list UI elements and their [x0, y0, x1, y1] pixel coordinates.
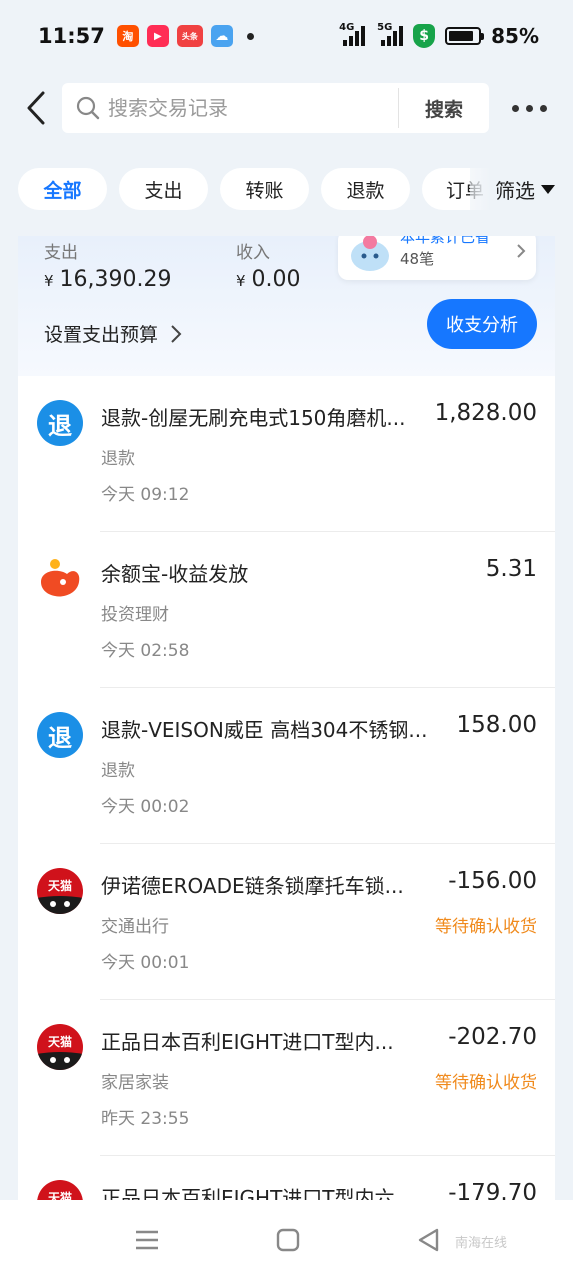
transactions-card: 支出 ¥16,390.29 收入 ¥0.00 本年累计已省 48笔 设置支出预算 [18, 236, 555, 1200]
more-options-icon[interactable] [512, 96, 547, 120]
yuebao-icon [37, 556, 83, 602]
tmall-icon: 天猫 [37, 1180, 83, 1200]
toutiao-app-icon: 头条 [176, 25, 203, 47]
transaction-amount: 5.31 [485, 556, 537, 582]
transaction-row[interactable]: 退 退款-VEISON威臣 高档304不锈钢... 158.00 退款 今天 0… [18, 688, 555, 844]
savings-line-1: 本年累计已省 [400, 236, 491, 246]
currency-symbol: ¥ [236, 272, 246, 290]
savings-text: 本年累计已省 48笔 [400, 236, 490, 270]
chevron-right-icon [517, 244, 526, 258]
search-button[interactable]: 搜索 [399, 95, 489, 122]
transaction-title: 伊诺德EROADE链条锁摩托车锁... [101, 874, 404, 898]
refund-icon: 退 [37, 400, 83, 446]
transaction-time: 昨天 23:55 [101, 1109, 190, 1129]
status-bar: 11:57 淘 ▶ 头条 ☁ 4G 5G $ 85% [0, 0, 573, 72]
transaction-time: 今天 00:02 [101, 797, 190, 817]
video-app-icon: ▶ [146, 25, 169, 47]
tab-all[interactable]: 全部 [18, 168, 107, 210]
battery-icon [445, 27, 485, 45]
expense-label: 支出 [44, 243, 78, 263]
mascot-icon [351, 236, 389, 271]
menu-button[interactable] [127, 1224, 167, 1256]
signal-4g-icon: 4G [339, 22, 366, 46]
transaction-category: 退款 [101, 449, 135, 469]
savings-line-2: 48笔 [400, 250, 435, 268]
filter-tabs: 全部 支出 转账 退款 订单 筛选 [18, 168, 573, 212]
transaction-amount: -179.70 [448, 1180, 537, 1200]
transaction-time: 今天 00:01 [101, 953, 190, 973]
signal-5g-label: 5G [377, 22, 393, 33]
transaction-row[interactable]: 天猫 正品日本百利EIGHT进口T型内... -202.70 家居家装 等待确认… [18, 1000, 555, 1156]
menu-icon [136, 1230, 158, 1250]
income-value: ¥0.00 [236, 267, 301, 292]
taobao-app-icon: 淘 [116, 25, 139, 47]
weather-app-icon: ☁ [210, 25, 233, 47]
currency-symbol: ¥ [44, 272, 54, 290]
analysis-button[interactable]: 收支分析 [427, 299, 537, 349]
budget-label: 设置支出预算 [44, 324, 159, 346]
transaction-title: 正品日本百利EIGHT进口T型内... [101, 1030, 394, 1054]
transaction-title: 退款-创屋无刷充电式150角磨机... [101, 406, 406, 430]
filter-label: 筛选 [495, 178, 535, 203]
transaction-category: 家居家装 [101, 1073, 169, 1093]
transaction-status: 等待确认收货 [435, 917, 537, 937]
transaction-amount: 1,828.00 [434, 400, 537, 426]
status-time: 11:57 [38, 24, 105, 48]
transaction-row[interactable]: 余额宝-收益发放 5.31 投资理财 今天 02:58 [18, 532, 555, 688]
back-arrow-icon [27, 91, 45, 125]
transaction-amount: -156.00 [448, 868, 537, 894]
back-button[interactable] [18, 86, 54, 130]
transaction-row[interactable]: 天猫 伊诺德EROADE链条锁摩托车锁... -156.00 交通出行 等待确认… [18, 844, 555, 1000]
caret-down-icon [541, 184, 555, 194]
tmall-icon: 天猫 [37, 868, 83, 914]
header: 搜索 [0, 82, 573, 134]
income-amount: 0.00 [251, 267, 301, 292]
transaction-row[interactable]: 天猫 正品日本百利EIGHT进口T型内六... -179.70 [18, 1156, 555, 1200]
signal-4g-label: 4G [339, 22, 355, 33]
chevron-right-icon [171, 324, 182, 343]
transaction-category: 退款 [101, 761, 135, 781]
tmall-icon-label: 天猫 [47, 1191, 72, 1200]
transaction-title: 余额宝-收益发放 [101, 562, 249, 586]
watermark: 南海在线 [455, 1236, 508, 1251]
transaction-category: 投资理财 [101, 605, 169, 625]
refund-icon: 退 [37, 712, 83, 758]
home-button[interactable] [268, 1224, 308, 1256]
filter-button[interactable]: 筛选 [470, 168, 573, 210]
transaction-category: 交通出行 [101, 917, 169, 937]
expense-amount: 16,390.29 [59, 267, 172, 292]
savings-bubble[interactable]: 本年累计已省 48笔 [338, 236, 536, 280]
back-triangle-icon [418, 1228, 439, 1252]
transaction-title: 正品日本百利EIGHT进口T型内六... [101, 1186, 414, 1200]
transaction-amount: 158.00 [456, 712, 537, 738]
income-label: 收入 [236, 243, 270, 263]
tab-refund[interactable]: 退款 [321, 168, 410, 210]
home-square-icon [276, 1228, 300, 1252]
search-box[interactable]: 搜索 [62, 83, 489, 133]
tab-transfer[interactable]: 转账 [220, 168, 309, 210]
transaction-row[interactable]: 退 退款-创屋无刷充电式150角磨机... 1,828.00 退款 今天 09:… [18, 376, 555, 532]
summary-panel: 支出 ¥16,390.29 收入 ¥0.00 本年累计已省 48笔 设置支出预算 [18, 236, 555, 376]
search-icon [76, 96, 100, 120]
tmall-icon: 天猫 [37, 1024, 83, 1070]
battery-percent: 85% [491, 24, 539, 48]
tab-expense[interactable]: 支出 [119, 168, 208, 210]
security-shield-icon: $ [413, 24, 436, 48]
expense-value: ¥16,390.29 [44, 267, 172, 292]
transaction-list: 退 退款-创屋无刷充电式150角磨机... 1,828.00 退款 今天 09:… [18, 376, 555, 1200]
signal-5g-icon: 5G [377, 22, 404, 46]
transaction-time: 今天 09:12 [101, 485, 190, 505]
transaction-amount: -202.70 [448, 1024, 537, 1050]
budget-link[interactable]: 设置支出预算 [44, 320, 182, 347]
transaction-time: 今天 02:58 [101, 641, 190, 661]
notification-dot-icon [246, 32, 254, 40]
transaction-status: 等待确认收货 [435, 1073, 537, 1093]
transaction-title: 退款-VEISON威臣 高档304不锈钢... [101, 718, 428, 742]
back-nav-button[interactable] [408, 1224, 448, 1256]
search-input[interactable] [108, 96, 398, 120]
